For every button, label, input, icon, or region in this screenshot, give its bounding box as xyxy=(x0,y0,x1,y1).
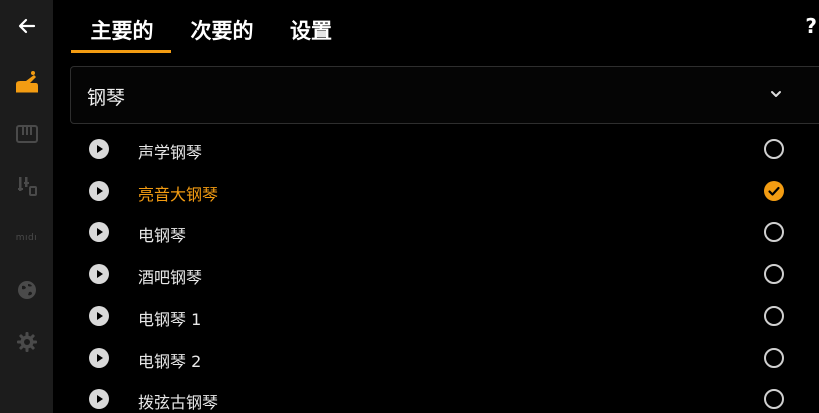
play-preview-button[interactable] xyxy=(89,180,109,201)
checkmark-icon xyxy=(768,186,780,196)
play-icon xyxy=(97,186,103,195)
radio-unselected[interactable] xyxy=(764,305,784,326)
app-window: mıdı 主要的 次要的 设置 ? 钢琴 声学钢琴 亮音大钢琴 电钢琴 酒吧钢琴… xyxy=(0,0,819,413)
play-icon xyxy=(97,353,103,362)
gear-icon xyxy=(16,332,37,352)
instrument-piano-icon xyxy=(15,71,38,93)
instrument-row[interactable]: 亮音大钢琴 xyxy=(53,170,819,212)
instrument-category-select[interactable]: 钢琴 xyxy=(70,66,819,124)
rail-item-settings[interactable] xyxy=(0,322,53,362)
instrument-label: 拨弦古钢琴 xyxy=(138,393,219,413)
rail-item-globe[interactable] xyxy=(0,270,53,310)
instrument-row[interactable]: 拨弦古钢琴 xyxy=(53,378,819,413)
instrument-row[interactable]: 电钢琴 2 xyxy=(53,337,819,379)
midi-icon: mıdı xyxy=(15,233,38,243)
tab-bar: 主要的 次要的 设置 ? xyxy=(53,0,819,56)
radio-unselected[interactable] xyxy=(764,222,784,243)
play-preview-button[interactable] xyxy=(89,305,109,326)
keyboard-icon xyxy=(15,125,38,143)
instrument-label: 酒吧钢琴 xyxy=(138,268,203,288)
instrument-category-value: 钢琴 xyxy=(87,87,126,109)
radio-unselected[interactable] xyxy=(764,264,784,285)
instrument-row[interactable]: 酒吧钢琴 xyxy=(53,253,819,295)
play-preview-button[interactable] xyxy=(89,139,109,159)
play-preview-button[interactable] xyxy=(89,264,109,285)
instrument-label: 电钢琴 2 xyxy=(138,351,202,371)
instrument-label: 电钢琴 xyxy=(138,226,187,246)
play-icon xyxy=(97,145,103,153)
chevron-down-icon xyxy=(771,91,781,97)
back-button[interactable] xyxy=(0,6,53,46)
instrument-label: 声学钢琴 xyxy=(138,143,203,162)
tab-primary[interactable]: 主要的 xyxy=(83,12,161,48)
instrument-row[interactable]: 声学钢琴 xyxy=(53,128,819,170)
rail-item-midi[interactable]: mıdı xyxy=(0,218,53,258)
help-button[interactable]: ? xyxy=(805,14,817,38)
play-icon xyxy=(97,311,103,320)
radio-unselected[interactable] xyxy=(764,139,784,159)
play-icon xyxy=(97,228,103,237)
side-rail: mıdı xyxy=(0,0,53,413)
tab-secondary[interactable]: 次要的 xyxy=(183,12,261,48)
play-icon xyxy=(97,270,103,279)
radio-unselected[interactable] xyxy=(764,347,784,368)
rail-item-keyboard[interactable] xyxy=(0,114,53,154)
instrument-row[interactable]: 电钢琴 xyxy=(53,211,819,253)
active-tab-indicator xyxy=(71,50,171,53)
rail-item-instrument[interactable] xyxy=(0,62,53,102)
back-arrow-icon xyxy=(18,18,35,34)
globe-icon xyxy=(17,281,36,299)
radio-selected[interactable] xyxy=(764,180,784,201)
play-preview-button[interactable] xyxy=(89,389,109,410)
tab-settings[interactable]: 设置 xyxy=(283,12,339,48)
play-icon xyxy=(97,395,103,404)
instrument-row[interactable]: 电钢琴 1 xyxy=(53,295,819,337)
instrument-label: 电钢琴 1 xyxy=(138,309,202,329)
radio-unselected[interactable] xyxy=(764,389,784,410)
mixer-sliders-icon xyxy=(17,177,37,196)
play-preview-button[interactable] xyxy=(89,222,109,243)
instrument-label: 亮音大钢琴 xyxy=(138,184,219,204)
rail-item-mixer[interactable] xyxy=(0,166,53,206)
play-preview-button[interactable] xyxy=(89,347,109,368)
